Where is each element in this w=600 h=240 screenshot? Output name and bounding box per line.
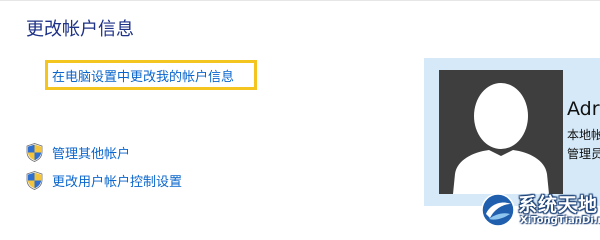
account-role: 管理员 <box>567 147 600 161</box>
user-silhouette-icon <box>453 83 549 194</box>
change-uac-settings-label: 更改用户帐户控制设置 <box>52 174 183 190</box>
manage-other-accounts-label: 管理其他帐户 <box>52 146 131 162</box>
user-name: Adr <box>567 98 600 120</box>
uac-shield-icon <box>26 142 43 162</box>
top-divider <box>0 0 600 1</box>
avatar <box>439 70 563 194</box>
change-uac-settings-link[interactable]: 更改用户帐户控制设置 <box>26 170 182 190</box>
account-type: 本地帐 <box>567 128 600 142</box>
watermark-url: XiTongTianDi.net <box>520 215 600 226</box>
page-title: 更改帐户信息 <box>26 19 134 40</box>
user-account-panel: Adr 本地帐 管理员 <box>424 58 600 206</box>
manage-other-accounts-link[interactable]: 管理其他帐户 <box>26 142 130 162</box>
watermark: 系统天地 XiTongTianDi.net <box>480 190 600 231</box>
uac-shield-icon <box>26 170 43 190</box>
watermark-text: 系统天地 <box>518 194 599 216</box>
watermark-logo-icon <box>481 193 515 227</box>
pc-settings-link[interactable]: 在电脑设置中更改我的帐户信息 <box>52 66 234 85</box>
